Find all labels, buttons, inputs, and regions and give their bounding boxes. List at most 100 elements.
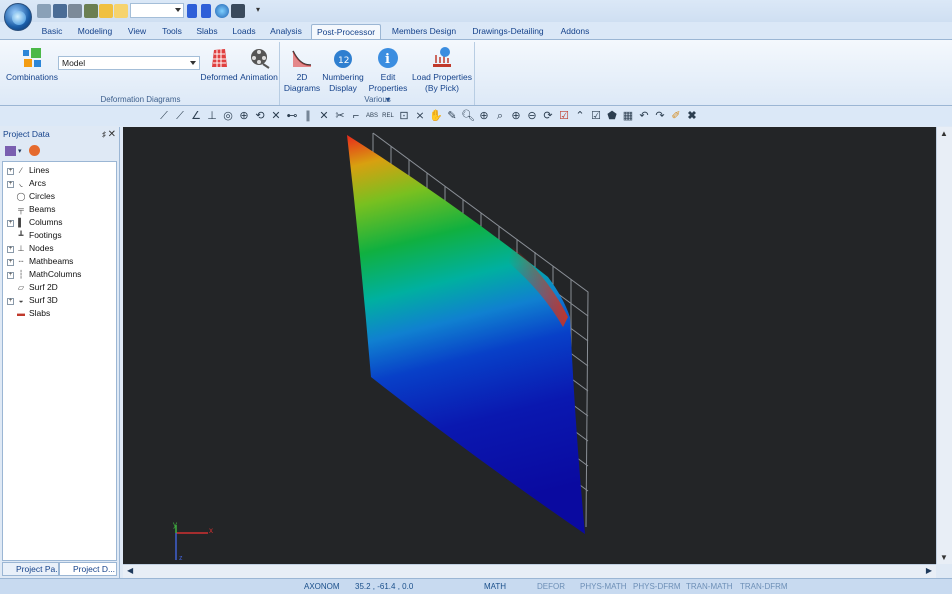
center-snap-icon[interactable]: ⊕ [237,109,251,123]
tab-view[interactable]: View [123,24,151,40]
scroll-down-icon[interactable]: ▼ [940,553,948,562]
tree-item-lines[interactable]: + ∕ Lines [7,164,49,176]
tree-item-slabs[interactable]: ▬ Slabs [7,307,50,319]
tab-post-processor[interactable]: Post-Processor [311,24,381,40]
rel-icon[interactable]: REL [381,109,395,123]
save-icon[interactable] [53,4,67,18]
tab-drawings-detailing[interactable]: Drawings-Detailing [468,24,548,40]
undo-icon[interactable] [114,4,128,18]
close-icon[interactable]: ✖ [685,109,699,123]
model-select[interactable]: Model [58,56,200,70]
tree-item-surf3d[interactable]: + ◒ Surf 3D [7,294,58,306]
application-menu-button[interactable] [4,3,32,31]
status-math[interactable]: MATH [484,582,506,591]
expand-icon[interactable]: + [7,220,14,227]
deformed-button[interactable]: Deformed [199,46,239,83]
status-tran-dfrm[interactable]: TRAN-DFRM [740,582,788,591]
expand-icon[interactable]: + [7,259,14,266]
customize-qat-button[interactable]: ▾ [256,5,260,14]
scroll-left-icon[interactable]: ◀ [127,566,133,575]
status-tran-math[interactable]: TRAN-MATH [686,582,733,591]
tree-item-mathbeams[interactable]: + ┄ Mathbeams [7,255,73,267]
tree-item-circles[interactable]: ◯ Circles [7,190,55,202]
tree-item-beams[interactable]: ╤ Beams [7,203,55,215]
layers-icon[interactable] [5,146,16,156]
animation-button[interactable]: Animation [238,46,280,83]
undo-icon[interactable]: ↶ [637,109,651,123]
intersect-icon[interactable]: ✕ [317,109,331,123]
pan-hand-icon[interactable]: ✋ [429,109,443,123]
quick-access-combo[interactable] [130,3,184,18]
tab-members-design[interactable]: Members Design [387,24,461,40]
tab-project-data[interactable]: Project D... [59,562,117,576]
cross-icon[interactable]: ✕ [269,109,283,123]
tab-project-parameters[interactable]: Project Pa... [2,562,59,576]
zoom-in-icon[interactable]: ⊕ [477,109,491,123]
zoom-icon[interactable]: 🔍︎ [461,109,475,123]
delete-snap-icon[interactable]: ⨯ [413,109,427,123]
redo-icon[interactable]: ↷ [653,109,667,123]
arc-line-icon[interactable]: ∠ [189,109,203,123]
expand-icon[interactable]: + [7,181,14,188]
pin-icon[interactable]: ♯ [102,127,106,142]
abs-icon[interactable]: ABS [365,109,379,123]
zoom-all-icon[interactable]: ⊕ [509,109,523,123]
perpendicular-icon[interactable]: ⊥ [205,109,219,123]
tab-basic[interactable]: Basic [36,24,68,40]
view-icon[interactable] [99,4,113,18]
vertical-scrollbar[interactable]: ▲ ▼ [936,127,952,564]
tree-item-columns[interactable]: + ▌ Columns [7,216,63,228]
tab-addons[interactable]: Addons [556,24,594,40]
zoom-window-icon[interactable]: ⌕ [493,109,507,123]
tree-item-arcs[interactable]: + ◟ Arcs [7,177,46,189]
numbering-display-button[interactable]: 12 Numbering Display [321,46,365,94]
corner-icon[interactable]: ⌐ [349,109,363,123]
status-phys-dfrm[interactable]: PHYS-DFRM [633,582,681,591]
arrow-down-icon[interactable] [201,4,211,18]
expand-icon[interactable]: + [7,298,14,305]
open-icon[interactable] [37,4,51,18]
refresh-icon[interactable] [29,145,40,156]
calculator-icon[interactable]: ▦ [621,109,635,123]
expand-icon[interactable]: + [7,246,14,253]
tree-item-mathcolumns[interactable]: + ┆ MathColumns [7,268,81,280]
circle-snap-icon[interactable]: ◎ [221,109,235,123]
shape-icon[interactable]: ⬟ [605,109,619,123]
globe-icon[interactable] [215,4,229,18]
check-icon[interactable]: ☑ [589,109,603,123]
expand-icon[interactable]: + [7,168,14,175]
print-icon[interactable] [68,4,82,18]
scroll-up-icon[interactable]: ▲ [940,129,948,138]
tree-item-surf2d[interactable]: ▱ Surf 2D [7,281,58,293]
close-icon[interactable]: ✕ [108,127,116,142]
tab-loads[interactable]: Loads [228,24,260,40]
tab-slabs[interactable]: Slabs [193,24,221,40]
midpoint-icon[interactable]: ⊷ [285,109,299,123]
preview-icon[interactable] [84,4,98,18]
horizontal-scrollbar[interactable]: ◀ ▶ [123,564,936,578]
status-phys-math[interactable]: PHYS-MATH [580,582,627,591]
load-properties-button[interactable]: Load Properties (By Pick) [411,46,473,94]
polyline-icon[interactable]: ⟋ [173,109,187,123]
status-defor[interactable]: DEFOR [537,582,565,591]
trim-icon[interactable]: ✂ [333,109,347,123]
check-box-icon[interactable]: ☑ [557,109,571,123]
status-view-mode[interactable]: AXONOM [304,582,340,591]
tab-modeling[interactable]: Modeling [73,24,117,40]
parallel-icon[interactable]: ∥ [301,109,315,123]
tree-item-footings[interactable]: ┻ Footings [7,229,62,241]
arrow-up-icon[interactable] [187,4,197,18]
rotate-icon[interactable]: ⟲ [253,109,267,123]
tab-analysis[interactable]: Analysis [267,24,305,40]
expand-icon[interactable]: + [7,272,14,279]
window-select-icon[interactable]: ⊡ [397,109,411,123]
zoom-out-icon[interactable]: ⊖ [525,109,539,123]
chevron-down-icon[interactable]: ▾ [18,147,22,155]
brush-icon[interactable]: ✐ [669,109,683,123]
camera-icon[interactable] [231,4,245,18]
3d-viewport[interactable]: x y z [123,127,936,564]
line-icon[interactable]: ⟋ [157,109,171,123]
redraw-icon[interactable]: ⟳ [541,109,555,123]
scroll-right-icon[interactable]: ▶ [926,566,932,575]
tree-item-nodes[interactable]: + ⊥ Nodes [7,242,54,254]
